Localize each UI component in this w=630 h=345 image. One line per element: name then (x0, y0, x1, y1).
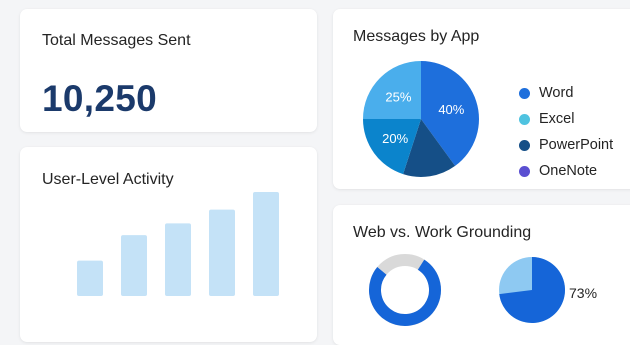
pie-slice-label: 25% (385, 89, 411, 104)
legend-item-onenote: OneNote (519, 158, 613, 184)
activity-bar (121, 235, 147, 296)
total-messages-title: Total Messages Sent (42, 32, 191, 49)
legend-swatch-onenote (519, 165, 530, 177)
legend-swatch-excel (519, 113, 530, 125)
activity-bar-chart (77, 192, 279, 296)
user-activity-card: User-Level Activity (20, 147, 317, 342)
legend-swatch-word (519, 87, 530, 99)
messages-pie-chart: 40% 20% 25% (363, 61, 479, 178)
messages-by-app-title: Messages by App (353, 28, 480, 45)
grounding-pie-percent: 73% (569, 285, 598, 301)
legend-item-powerpoint: PowerPoint (519, 132, 613, 158)
legend-swatch-powerpoint (519, 139, 530, 151)
messages-by-app-card: Messages by App 40% 20% 25% Word Excel Pow… (333, 9, 630, 189)
grounding-card: Web vs. Work Grounding 73% (333, 205, 630, 345)
legend-label-excel: Excel (539, 111, 575, 127)
legend-label-word: Word (539, 85, 574, 101)
grounding-donut-chart (369, 254, 441, 326)
donut-arc (369, 259, 441, 326)
activity-bar (253, 192, 279, 296)
total-messages-card: Total Messages Sent 10,250 (20, 9, 317, 132)
legend-item-word: Word (519, 80, 613, 106)
legend-item-excel: Excel (519, 106, 613, 132)
activity-bar (165, 223, 191, 296)
legend-label-onenote: OneNote (539, 163, 598, 179)
total-messages-value: 10,250 (42, 78, 157, 119)
activity-bar (209, 209, 235, 296)
grounding-title: Web vs. Work Grounding (353, 224, 532, 241)
pie-slice-label: 20% (382, 131, 408, 146)
pie-legend: Word Excel PowerPoint OneNote (519, 80, 613, 184)
grounding-pie-chart (499, 257, 565, 323)
legend-label-powerpoint: PowerPoint (539, 137, 614, 153)
pie-slice-label: 40% (438, 102, 464, 117)
activity-bar (77, 260, 103, 296)
